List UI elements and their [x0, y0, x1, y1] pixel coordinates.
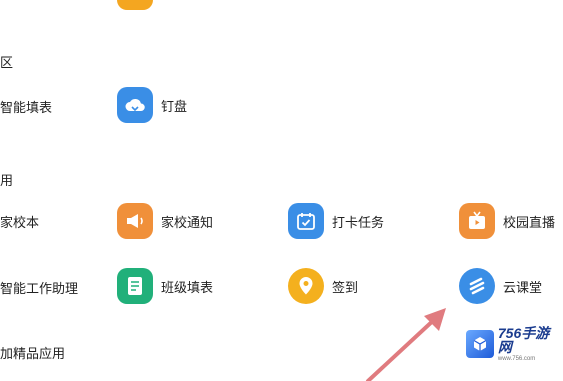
partial-app-icon[interactable] [117, 0, 153, 10]
cloud-icon [117, 87, 153, 123]
app-campus-live[interactable]: 校园直播 [459, 203, 555, 239]
watermark-url: www.756.com [497, 356, 536, 362]
app-smart-work-assistant[interactable]: 智能工作助理 [0, 278, 78, 297]
app-label: 云课堂 [503, 279, 543, 295]
section-header-tools: 区 [0, 55, 14, 70]
app-label: 家校通知 [161, 214, 214, 230]
app-label: 签到 [332, 279, 359, 295]
watermark-logo: 756手游网 www.756.com [466, 326, 563, 362]
form-icon [117, 268, 153, 304]
cube-icon [466, 330, 494, 358]
section-header-add-apps[interactable]: 加精品应用 [0, 343, 65, 362]
app-home-school-notice[interactable]: 家校通知 [117, 203, 213, 239]
app-class-form[interactable]: 班级填表 [117, 268, 213, 304]
app-label: 校园直播 [503, 214, 556, 230]
app-panel: 区 智能填表 钉盘 用 家校本 家校通知 打卡任务 校园直播 智能工作助理 班级… [0, 0, 563, 381]
live-tv-icon [459, 203, 495, 239]
calendar-check-icon [288, 203, 324, 239]
stripes-icon [459, 268, 495, 304]
app-cloud-disk[interactable]: 钉盘 [117, 87, 187, 123]
watermark-brand: 756手游网 [497, 325, 550, 355]
app-smart-form[interactable]: 智能填表 [0, 97, 52, 116]
app-sign-in[interactable]: 签到 [288, 268, 358, 304]
section-header-apps: 用 [0, 173, 14, 188]
megaphone-icon [117, 203, 153, 239]
app-cloud-classroom[interactable]: 云课堂 [459, 268, 542, 304]
location-pin-icon [288, 268, 324, 304]
app-label: 班级填表 [161, 279, 214, 295]
app-home-school-book[interactable]: 家校本 [0, 212, 39, 231]
app-label: 打卡任务 [332, 214, 385, 230]
app-label: 钉盘 [161, 98, 188, 114]
app-checkin-task[interactable]: 打卡任务 [288, 203, 384, 239]
annotation-arrow [366, 308, 446, 381]
